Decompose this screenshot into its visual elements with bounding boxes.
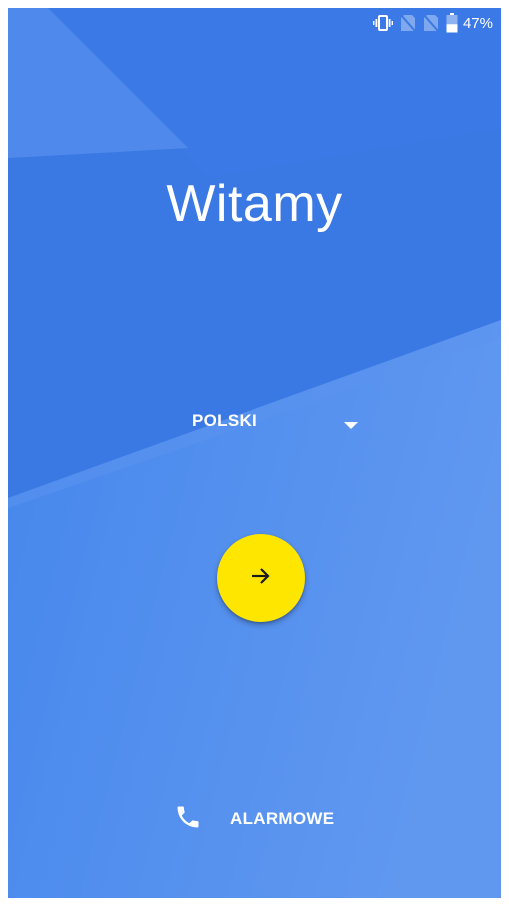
- battery-icon: [446, 13, 458, 33]
- language-dropdown[interactable]: POLSKI: [184, 406, 364, 436]
- dropdown-arrow-icon: [344, 417, 358, 435]
- setup-welcome-screen: 47% Witamy POLSKI ALARMOWE: [8, 8, 501, 898]
- no-sim-icon: [400, 14, 416, 32]
- vibrate-icon: [372, 14, 393, 32]
- battery-percent: 47%: [462, 14, 493, 32]
- emergency-call-button[interactable]: ALARMOWE: [174, 802, 334, 836]
- background-decoration: [8, 8, 501, 898]
- no-sim-icon: [423, 14, 439, 32]
- next-button[interactable]: [217, 534, 305, 622]
- welcome-title: Witamy: [166, 175, 343, 233]
- emergency-call-label: ALARMOWE: [230, 809, 335, 828]
- status-bar: 47%: [372, 8, 501, 38]
- arrow-right-icon: [249, 564, 273, 593]
- language-selected-label: POLSKI: [192, 411, 258, 430]
- phone-icon: [174, 803, 202, 836]
